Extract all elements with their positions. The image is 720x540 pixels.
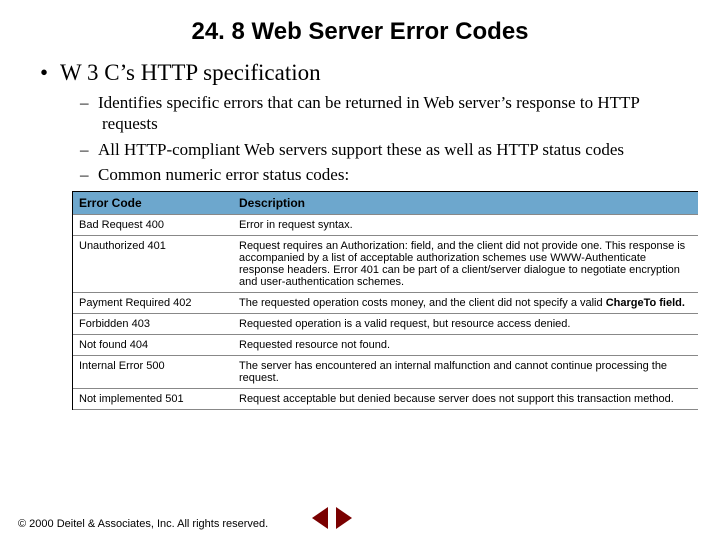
table-row: Unauthorized 401 Request requires an Aut… — [73, 236, 698, 293]
bullet-lvl2: –Identifies specific errors that can be … — [40, 92, 680, 135]
prev-slide-icon[interactable] — [312, 507, 328, 529]
table-row: Not implemented 501 Request acceptable b… — [73, 389, 698, 410]
bullet-lvl1: •W 3 C’s HTTP specification — [40, 60, 680, 86]
table-row: Bad Request 400 Error in request syntax. — [73, 215, 698, 236]
table-header-row: Error Code Description — [73, 192, 698, 215]
header-description: Description — [233, 192, 698, 214]
next-slide-icon[interactable] — [336, 507, 352, 529]
copyright-footer: © 2000 Deitel & Associates, Inc. All rig… — [18, 518, 268, 530]
bullet-lvl2: –Common numeric error status codes: — [40, 164, 680, 185]
table-row: Forbidden 403 Requested operation is a v… — [73, 314, 698, 335]
bullet-lvl1-text: W 3 C’s HTTP specification — [60, 60, 321, 85]
error-code-table: Error Code Description Bad Request 400 E… — [72, 191, 698, 410]
bullet-lvl2: –All HTTP-compliant Web servers support … — [40, 139, 680, 160]
header-error-code: Error Code — [73, 192, 233, 214]
table-row: Not found 404 Requested resource not fou… — [73, 335, 698, 356]
table-row: Internal Error 500 The server has encoun… — [73, 356, 698, 389]
table-row: Payment Required 402 The requested opera… — [73, 293, 698, 314]
slide-title: 24. 8 Web Server Error Codes — [0, 0, 720, 46]
